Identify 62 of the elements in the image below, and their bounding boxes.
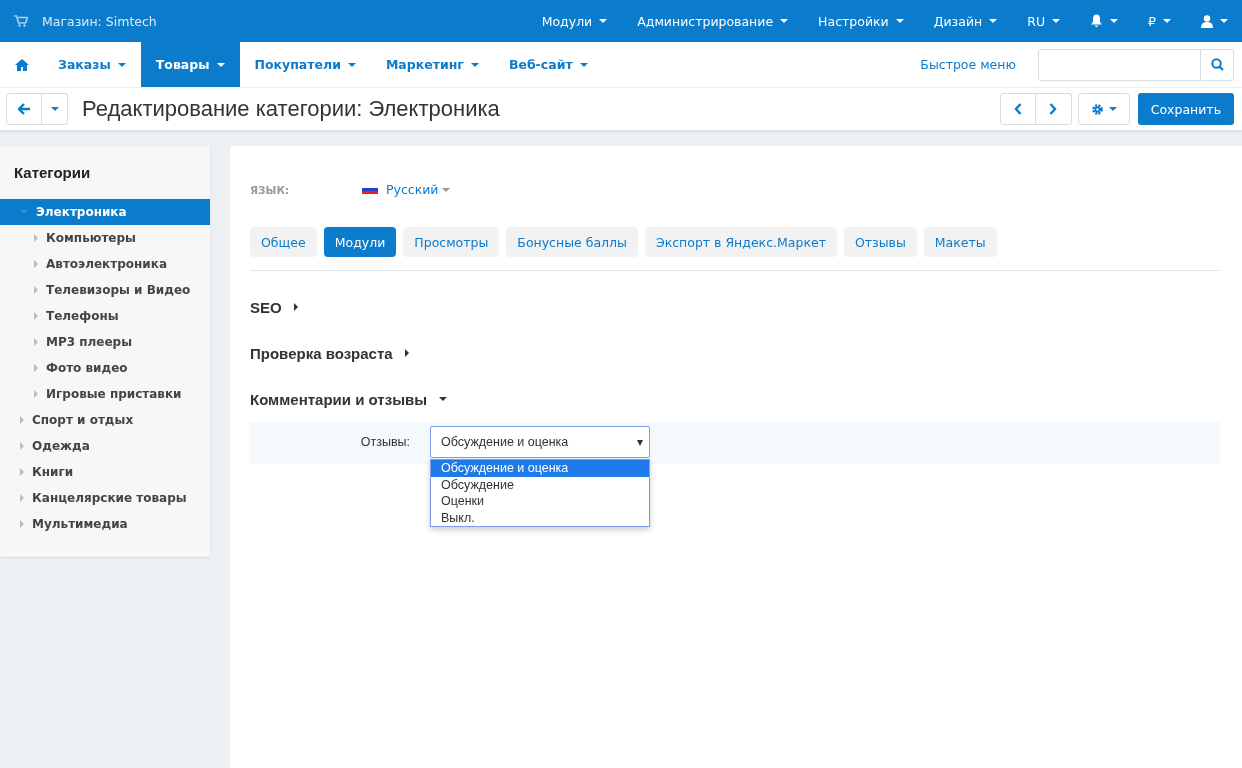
top-menu[interactable]: Администрирование	[621, 0, 803, 42]
section-header[interactable]: Комментарии и отзывы	[250, 388, 447, 410]
category-item[interactable]: Телефоны	[0, 303, 210, 329]
category-item[interactable]: Электроника	[0, 199, 210, 225]
gear-icon	[1090, 102, 1104, 116]
tab[interactable]: Модули	[323, 227, 397, 257]
sidebar-title: Категории	[13, 164, 92, 183]
category-item[interactable]: Автоэлектроника	[0, 251, 210, 277]
category-item[interactable]: Книги	[0, 459, 210, 485]
quick-menu-link[interactable]: Быстрое меню	[920, 57, 1016, 72]
tab[interactable]: Общее	[250, 227, 317, 257]
user-icon	[1201, 14, 1213, 28]
dropdown-option[interactable]: Обсуждение и оценка	[431, 460, 649, 477]
cart-icon	[14, 15, 28, 27]
tab[interactable]: Экспорт в Яндекс.Маркет	[644, 227, 837, 257]
nav-tab[interactable]: Товары	[140, 42, 240, 87]
category-item[interactable]: Спорт и отдых	[0, 407, 210, 433]
section-header[interactable]: Проверка возраста	[250, 342, 409, 364]
category-item[interactable]: Фото видео	[0, 355, 210, 381]
field-label: Отзывы:	[359, 435, 411, 449]
back-button[interactable]	[6, 93, 42, 125]
category-item[interactable]: Компьютеры	[0, 225, 210, 251]
nav-tab[interactable]: Покупатели	[239, 42, 371, 87]
back-arrow-icon	[17, 103, 31, 115]
home-icon[interactable]	[15, 58, 29, 71]
tab[interactable]: Бонусные баллы	[506, 227, 638, 257]
language-label: ЯЗЫК:	[250, 183, 291, 196]
category-item[interactable]: Одежда	[0, 433, 210, 459]
store-name[interactable]: Магазин: Simtech	[42, 13, 157, 29]
dropdown-option[interactable]: Обсуждение	[431, 476, 649, 493]
top-menu[interactable]: RU	[1011, 0, 1075, 42]
previous-button[interactable]	[999, 93, 1036, 125]
reviews-select[interactable]: Обсуждение и оценка	[430, 426, 650, 458]
tab[interactable]: Просмотры	[403, 227, 500, 257]
bell-icon	[1090, 14, 1104, 28]
category-item[interactable]: Канцелярские товары	[0, 485, 210, 511]
nav-tab[interactable]: Маркетинг	[370, 42, 494, 87]
section-header[interactable]: SEO	[250, 296, 298, 318]
nav-tab[interactable]: Веб-сайт	[493, 42, 603, 87]
settings-button[interactable]	[1077, 93, 1130, 125]
language-selector[interactable]: Русский	[362, 182, 451, 197]
top-menu[interactable]: Дизайн	[917, 0, 1012, 42]
dropdown-option[interactable]: Выкл.	[431, 509, 649, 526]
tab[interactable]: Отзывы	[843, 227, 917, 257]
page-title: Редактирование категории: Электроника	[82, 96, 500, 122]
category-item[interactable]: MP3 плееры	[0, 329, 210, 355]
save-button[interactable]: Сохранить	[1137, 93, 1234, 125]
chevron-left-icon	[1013, 103, 1022, 115]
category-item[interactable]: Телевизоры и Видео	[0, 277, 210, 303]
next-button[interactable]	[1035, 93, 1072, 125]
search-field[interactable]	[1038, 48, 1201, 81]
category-item[interactable]: Мультимедиа	[0, 511, 210, 537]
top-menu[interactable]: Настройки	[802, 0, 918, 42]
tab[interactable]: Макеты	[923, 227, 997, 257]
search-icon	[1210, 58, 1224, 71]
nav-tab[interactable]: Заказы	[43, 42, 141, 87]
category-item[interactable]: Игровые приставки	[0, 381, 210, 407]
search-button[interactable]	[1201, 48, 1234, 81]
top-menu[interactable]: Модули	[525, 0, 622, 42]
dropdown-option[interactable]: Оценки	[431, 493, 649, 510]
chevron-right-icon	[1049, 103, 1058, 115]
top-menu[interactable]: ₽	[1132, 0, 1185, 42]
